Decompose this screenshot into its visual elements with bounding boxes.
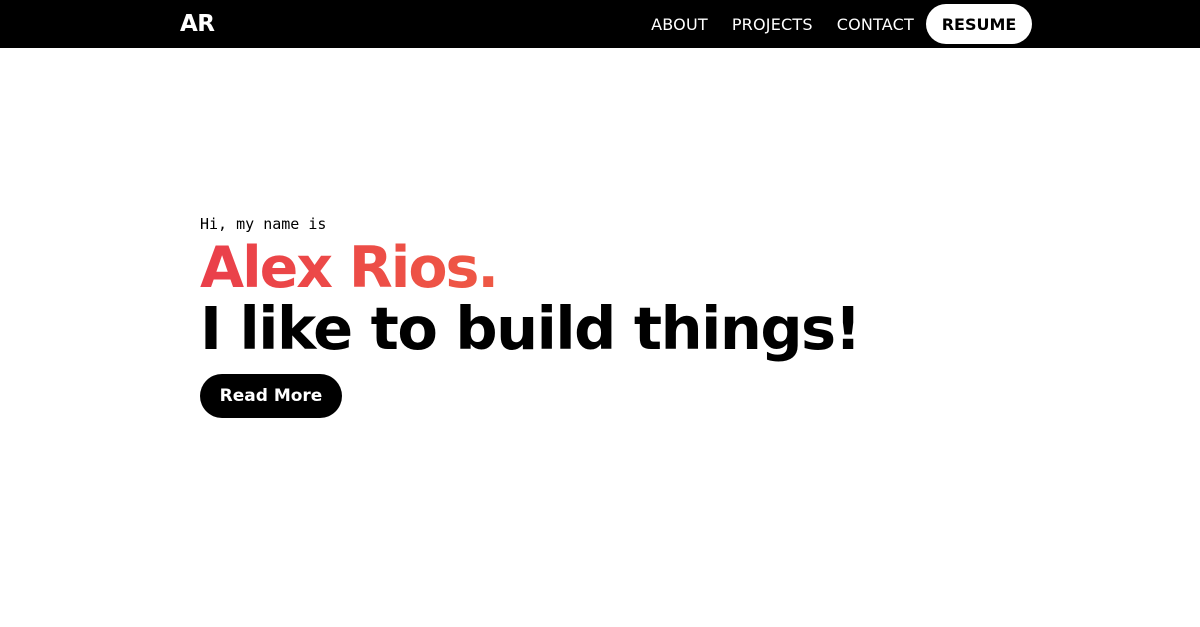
read-more-button[interactable]: Read More: [200, 374, 342, 418]
nav-link-contact[interactable]: CONTACT: [837, 15, 914, 34]
hero-name: Alex Rios.: [200, 238, 860, 298]
logo[interactable]: AR: [180, 9, 215, 39]
nav-link-about[interactable]: ABOUT: [651, 15, 708, 34]
hero-section: Hi, my name is Alex Rios. I like to buil…: [200, 212, 862, 418]
nav-links: ABOUT PROJECTS CONTACT RESUME: [651, 4, 1032, 44]
resume-button[interactable]: RESUME: [926, 4, 1032, 44]
greeting-text: Hi, my name is: [200, 215, 327, 233]
navbar: AR ABOUT PROJECTS CONTACT RESUME: [0, 0, 1200, 48]
hero-tagline: I like to build things!: [200, 294, 862, 363]
nav-link-projects[interactable]: PROJECTS: [732, 15, 813, 34]
